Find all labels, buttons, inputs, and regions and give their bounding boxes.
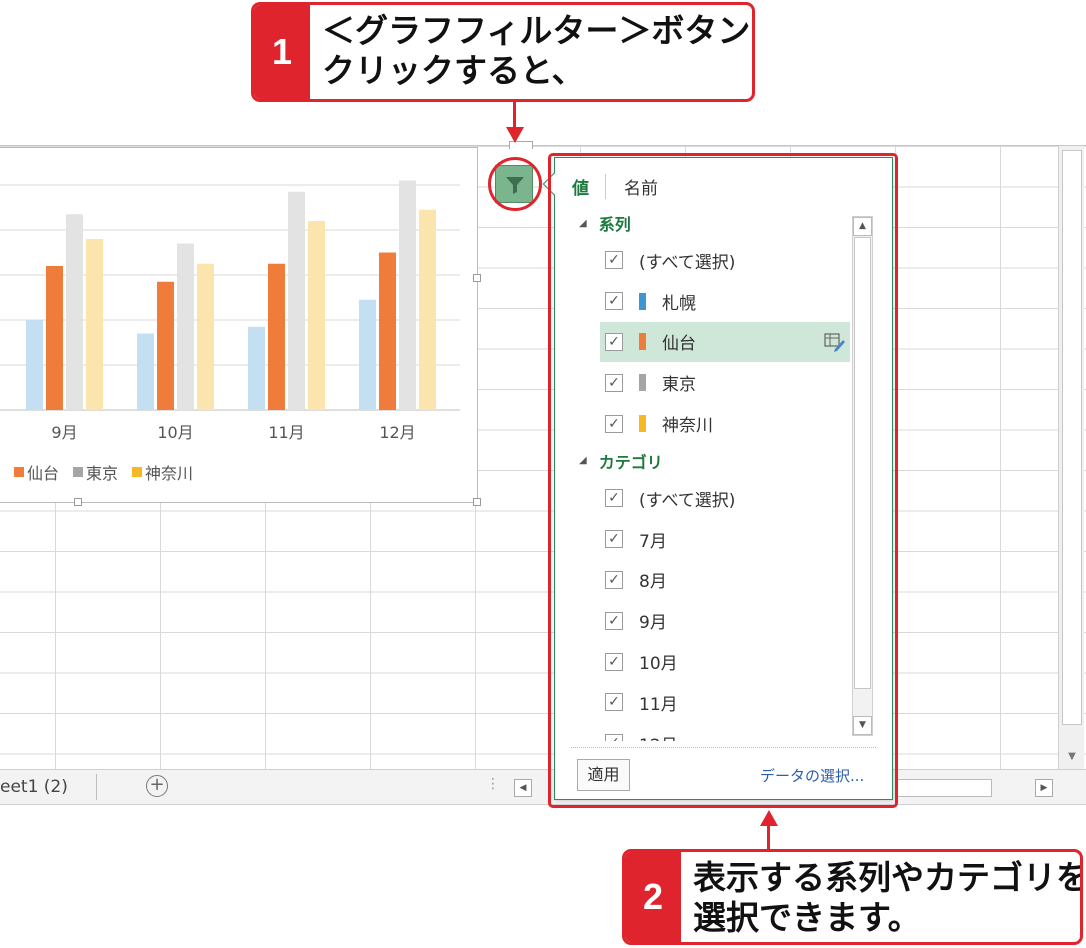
legend-label: 神奈川: [145, 464, 194, 483]
arrow-line: [767, 824, 770, 849]
highlight-frame: [548, 153, 898, 808]
resize-handle[interactable]: [473, 498, 481, 506]
bar-仙台-12月[interactable]: [379, 252, 396, 411]
add-sheet-icon[interactable]: +: [146, 775, 168, 797]
bar-仙台-10月[interactable]: [157, 281, 174, 410]
bar-札幌-12月[interactable]: [359, 299, 376, 410]
callout-number: 2: [625, 852, 681, 942]
highlight-circle: [488, 157, 542, 211]
divider: [96, 774, 97, 800]
vertical-scroll-thumb[interactable]: [1062, 150, 1082, 725]
x-tick-label: 9月: [51, 423, 77, 442]
chart-legend: 仙台 東京 神奈川: [14, 460, 193, 484]
legend-swatch: [73, 467, 84, 477]
bar-東京-12月[interactable]: [399, 180, 416, 411]
callout-step-2: 2 表示する系列やカテゴリを 選択できます。: [622, 849, 1083, 945]
bar-仙台-11月[interactable]: [268, 263, 285, 410]
x-tick-label: 11月: [268, 423, 304, 442]
legend-item[interactable]: 仙台: [14, 460, 59, 484]
bar-札幌-11月[interactable]: [248, 326, 265, 410]
chart-area[interactable]: 9月 10月 11月 12月 仙台 東京 神奈川: [0, 147, 481, 506]
sheet-tab[interactable]: eet1 (2): [0, 777, 68, 797]
callout-line: ＜グラフフィルター＞ボタンを: [322, 12, 755, 49]
resize-handle[interactable]: [473, 274, 481, 282]
splitter-handle-icon[interactable]: ⋮: [486, 776, 500, 792]
bar-神奈川-11月[interactable]: [308, 221, 325, 410]
legend-swatch: [14, 467, 24, 477]
callout-number: 1: [254, 5, 310, 99]
bar-東京-9月[interactable]: [66, 214, 83, 410]
scroll-down-arrow-icon[interactable]: ▼: [1062, 747, 1082, 767]
legend-item[interactable]: 東京: [73, 460, 118, 484]
bar-神奈川-9月[interactable]: [86, 239, 103, 410]
callout-text: 表示する系列やカテゴリを 選択できます。: [693, 858, 1083, 938]
horizontal-scroll-thumb[interactable]: [897, 779, 992, 797]
legend-swatch: [132, 467, 143, 477]
callout-line: クリックすると、: [322, 52, 585, 89]
bar-札幌-9月[interactable]: [26, 320, 43, 410]
callout-text: ＜グラフフィルター＞ボタンを クリックすると、: [322, 11, 755, 91]
x-tick-label: 12月: [379, 423, 415, 442]
x-tick-label: 10月: [157, 423, 193, 442]
bar-仙台-9月[interactable]: [46, 266, 63, 410]
bar-chart: 9月 10月 11月 12月: [0, 180, 460, 442]
legend-label: 東京: [86, 464, 119, 483]
bar-東京-10月[interactable]: [177, 243, 194, 411]
callout-line: 表示する系列やカテゴリを: [693, 859, 1083, 896]
scroll-right-arrow-icon[interactable]: ▶: [1035, 779, 1053, 797]
bar-札幌-10月[interactable]: [137, 333, 154, 411]
sheet-tab-bar: eet1 (2) + ⋮ ◀ ▶: [0, 769, 1086, 805]
legend-item[interactable]: 神奈川: [132, 460, 193, 484]
scroll-left-arrow-icon[interactable]: ◀: [514, 779, 532, 797]
bar-神奈川-12月[interactable]: [419, 209, 436, 410]
bar-神奈川-10月[interactable]: [197, 263, 214, 410]
resize-handle[interactable]: [74, 498, 82, 506]
callout-step-1: 1 ＜グラフフィルター＞ボタンを クリックすると、: [251, 2, 755, 102]
callout-line: 選択できます。: [693, 899, 921, 936]
legend-label: 仙台: [27, 464, 60, 483]
arrow-down-icon: [506, 127, 524, 143]
vertical-scrollbar[interactable]: ▼: [1058, 146, 1084, 771]
bar-東京-11月[interactable]: [288, 191, 305, 410]
